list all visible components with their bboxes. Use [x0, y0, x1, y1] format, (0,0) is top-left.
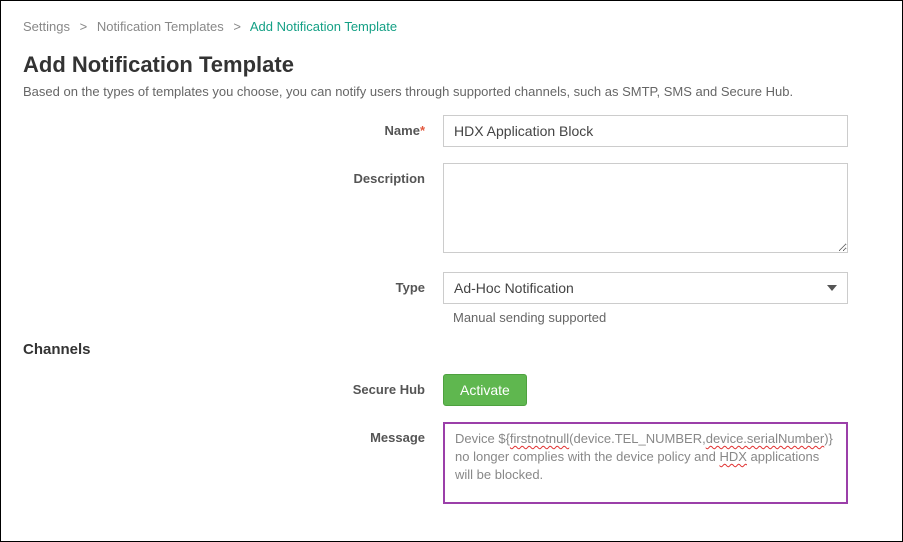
type-select-value: Ad-Hoc Notification	[454, 280, 574, 296]
channels-heading: Channels	[23, 341, 880, 358]
message-label: Message	[23, 422, 443, 445]
breadcrumb-current: Add Notification Template	[250, 19, 397, 34]
name-input[interactable]	[443, 115, 848, 147]
required-asterisk: *	[420, 123, 425, 138]
breadcrumb: Settings > Notification Templates > Add …	[23, 19, 880, 34]
breadcrumb-settings[interactable]: Settings	[23, 19, 70, 34]
breadcrumb-notification-templates[interactable]: Notification Templates	[97, 19, 224, 34]
description-label: Description	[23, 163, 443, 186]
chevron-down-icon	[827, 285, 837, 291]
name-label-text: Name	[385, 123, 420, 138]
secure-hub-label: Secure Hub	[23, 374, 443, 397]
activate-button[interactable]: Activate	[443, 374, 527, 406]
page-subtitle: Based on the types of templates you choo…	[23, 84, 880, 99]
message-textarea[interactable]: Device ${firstnotnull(device.TEL_NUMBER,…	[443, 422, 848, 504]
breadcrumb-separator: >	[80, 19, 88, 34]
type-helper-text: Manual sending supported	[443, 310, 880, 325]
page-title: Add Notification Template	[23, 52, 880, 78]
name-label: Name*	[23, 115, 443, 138]
description-textarea[interactable]	[443, 163, 848, 253]
type-select[interactable]: Ad-Hoc Notification	[443, 272, 848, 304]
type-label: Type	[23, 272, 443, 295]
breadcrumb-separator: >	[233, 19, 241, 34]
message-content: Device ${firstnotnull(device.TEL_NUMBER,…	[455, 430, 836, 496]
